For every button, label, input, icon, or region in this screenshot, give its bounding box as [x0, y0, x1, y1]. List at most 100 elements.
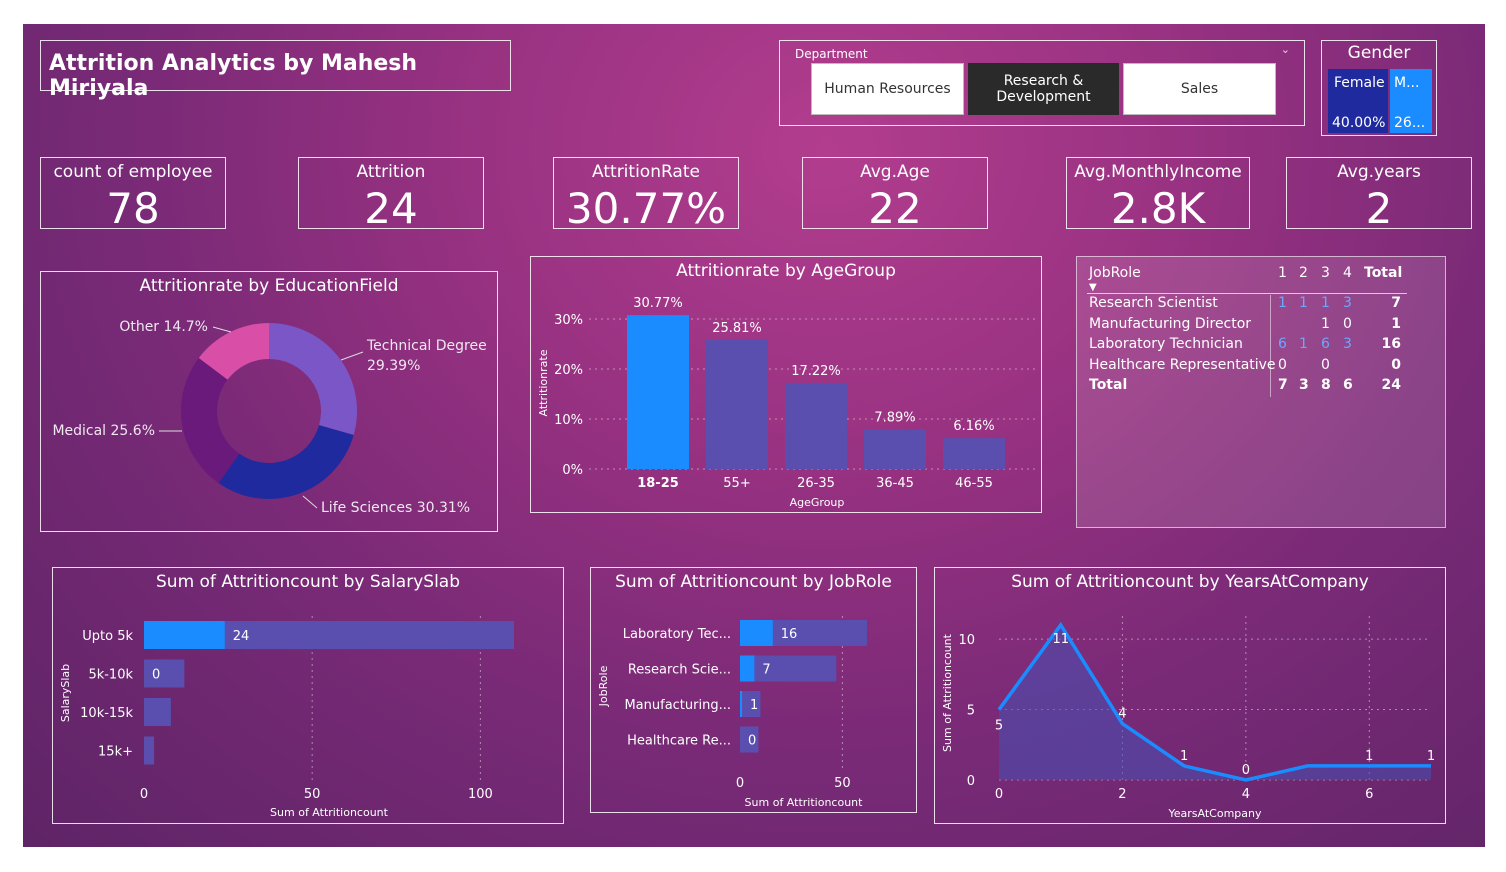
x-tick-label: 0: [736, 776, 744, 791]
slicer-option-human-resources[interactable]: Human Resources: [811, 63, 964, 115]
bar-background: [740, 655, 837, 682]
x-tick-label: 26-35: [797, 476, 835, 491]
gender-slicer-label: Gender: [1347, 43, 1411, 63]
data-label: 1: [1427, 749, 1435, 764]
matrix-cell-total: 1: [1391, 315, 1401, 332]
slicer-option-research-development[interactable]: Research & Development: [968, 63, 1119, 115]
gender-option-male[interactable]: M... 26...: [1390, 69, 1432, 133]
y-tick-label: Research Scie...: [628, 663, 731, 678]
matrix-cell: 3: [1343, 295, 1352, 311]
bar: [740, 620, 773, 646]
kpi-value: 30.77%: [565, 184, 727, 233]
gender-option-female[interactable]: Female 40.00%: [1328, 69, 1388, 133]
bar-background: [144, 659, 185, 688]
donut-label: 29.39%: [367, 358, 420, 374]
x-tick-label: 4: [1242, 787, 1250, 802]
gender-female-label: Female: [1334, 75, 1385, 91]
matrix-cell: 6: [1343, 377, 1353, 393]
y-tick-label: 15k+: [98, 745, 133, 760]
y-tick-label: 10: [958, 633, 975, 648]
matrix-cell: 0: [1278, 356, 1287, 373]
data-label: 17.22%: [791, 364, 841, 379]
kpi-label: Avg.MonthlyIncome: [1074, 162, 1242, 182]
matrix-row-label: Manufacturing Director: [1089, 315, 1252, 332]
y-tick-label: Healthcare Re...: [627, 734, 731, 749]
bar-background: [144, 698, 171, 726]
matrix-cell: 3: [1299, 377, 1309, 393]
department-slicer-label: Department: [795, 47, 868, 61]
kpi-label: AttritionRate: [592, 162, 700, 182]
y-tick-label: 10k-15k: [80, 706, 133, 721]
years-chart-panel: Sum of Attritioncount by YearsAtCompany …: [934, 567, 1446, 824]
kpi-card-attrition-rate: AttritionRate 30.77%: [553, 157, 739, 233]
years-area-chart: 05100 2 4 65114101 1YearsAtCompanySum of Att…: [941, 616, 1435, 820]
y-tick-label: 0%: [562, 463, 583, 478]
data-label: 5: [995, 719, 1003, 734]
x-tick-label: 2: [1118, 787, 1126, 802]
leader-line: [212, 326, 232, 333]
x-tick-label: 0: [995, 787, 1003, 802]
dashboard-canvas: Attrition Analytics by Mahesh Miriyala D…: [23, 24, 1485, 847]
data-label: 7: [762, 663, 770, 678]
education-field-donut: Technical Degree 29.39% Life Sciences 30.3…: [52, 319, 487, 516]
y-tick-label: 10%: [554, 413, 583, 428]
matrix-header-jobrole[interactable]: JobRole: [1089, 265, 1141, 281]
gender-slicer: Gender Female 40.00% M... 26...: [1321, 40, 1437, 136]
x-axis-title: Sum of Attritioncount: [270, 806, 389, 819]
department-slicer: Department ⌄ Human Resources Research & …: [779, 40, 1305, 126]
leader-line: [340, 351, 364, 361]
data-label: 25.81%: [712, 321, 762, 336]
y-tick-label: Upto 5k: [82, 629, 133, 644]
donut-slice: [180, 357, 240, 484]
y-tick-label: 5: [967, 704, 975, 719]
salaryslab-chart-panel: Sum of Attritioncount by SalarySlab 0 50 1…: [52, 567, 564, 824]
sort-down-icon[interactable]: ▼: [1089, 282, 1097, 293]
y-axis-title: JobRole: [597, 665, 610, 707]
matrix-cell: 8: [1321, 377, 1331, 393]
x-tick-label: 50: [834, 776, 851, 791]
kpi-card-attrition: Attrition 24: [298, 157, 484, 233]
jobrole-bar-chart: 0 50 Laboratory Tec... 16 Research Scie... 7 M…: [597, 616, 867, 809]
bar: [144, 621, 225, 649]
slicer-option-sales[interactable]: Sales: [1123, 63, 1276, 115]
kpi-value: 24: [364, 184, 418, 233]
matrix-cell-total: 16: [1381, 336, 1401, 352]
data-label: 6.16%: [953, 419, 994, 434]
x-tick-label: 36-45: [876, 476, 914, 491]
x-tick-label: 100: [468, 787, 493, 802]
agegroup-chart-panel: Attritionrate by AgeGroup 0% 10% 20% 30% Att…: [530, 256, 1042, 513]
matrix-cell: 1: [1321, 295, 1330, 311]
chevron-down-icon[interactable]: ⌄: [1281, 43, 1290, 56]
matrix-cell-total: 7: [1391, 295, 1401, 311]
donut-label: Technical Degree: [366, 338, 487, 354]
data-label: 7.89%: [874, 411, 915, 426]
matrix-row-label: Total: [1089, 377, 1128, 393]
matrix-row-label: Healthcare Representative: [1089, 356, 1276, 373]
donut-label: Other 14.7%: [119, 319, 208, 335]
matrix-cell: 6: [1321, 336, 1330, 352]
kpi-card-avg-years: Avg.years 2: [1286, 157, 1472, 233]
bar: [864, 429, 926, 469]
x-tick-label: 18-25: [637, 476, 679, 491]
kpi-value: 2: [1365, 184, 1393, 233]
matrix-row: Laboratory Technician 6 1 6 3 16: [1077, 336, 1445, 356]
y-tick-label: 0: [967, 774, 975, 789]
matrix-cell: 3: [1343, 336, 1352, 352]
bar: [706, 339, 768, 469]
x-tick-label: 55+: [723, 476, 750, 491]
y-tick-label: Laboratory Tec...: [623, 627, 731, 642]
kpi-label: Avg.Age: [860, 162, 930, 182]
gender-male-label: M...: [1394, 75, 1420, 91]
x-axis-title: Sum of Attritioncount: [745, 796, 864, 809]
x-axis-title: AgeGroup: [790, 496, 845, 509]
salaryslab-bar-chart: 0 50 100 Upto 5k 24 5k-10k 0 10k-15k 15k+ Sum of …: [59, 616, 514, 819]
page-title: Attrition Analytics by Mahesh Miriyala: [40, 40, 511, 101]
donut-label: Medical 25.6%: [52, 423, 155, 439]
matrix-cell-total: 0: [1391, 356, 1401, 373]
data-label: 1: [1365, 749, 1373, 764]
data-label: 24: [233, 629, 250, 644]
matrix-header-total: Total: [1364, 265, 1403, 281]
kpi-label: Avg.years: [1337, 162, 1421, 182]
data-label: 16: [781, 627, 798, 642]
bar: [740, 655, 755, 682]
